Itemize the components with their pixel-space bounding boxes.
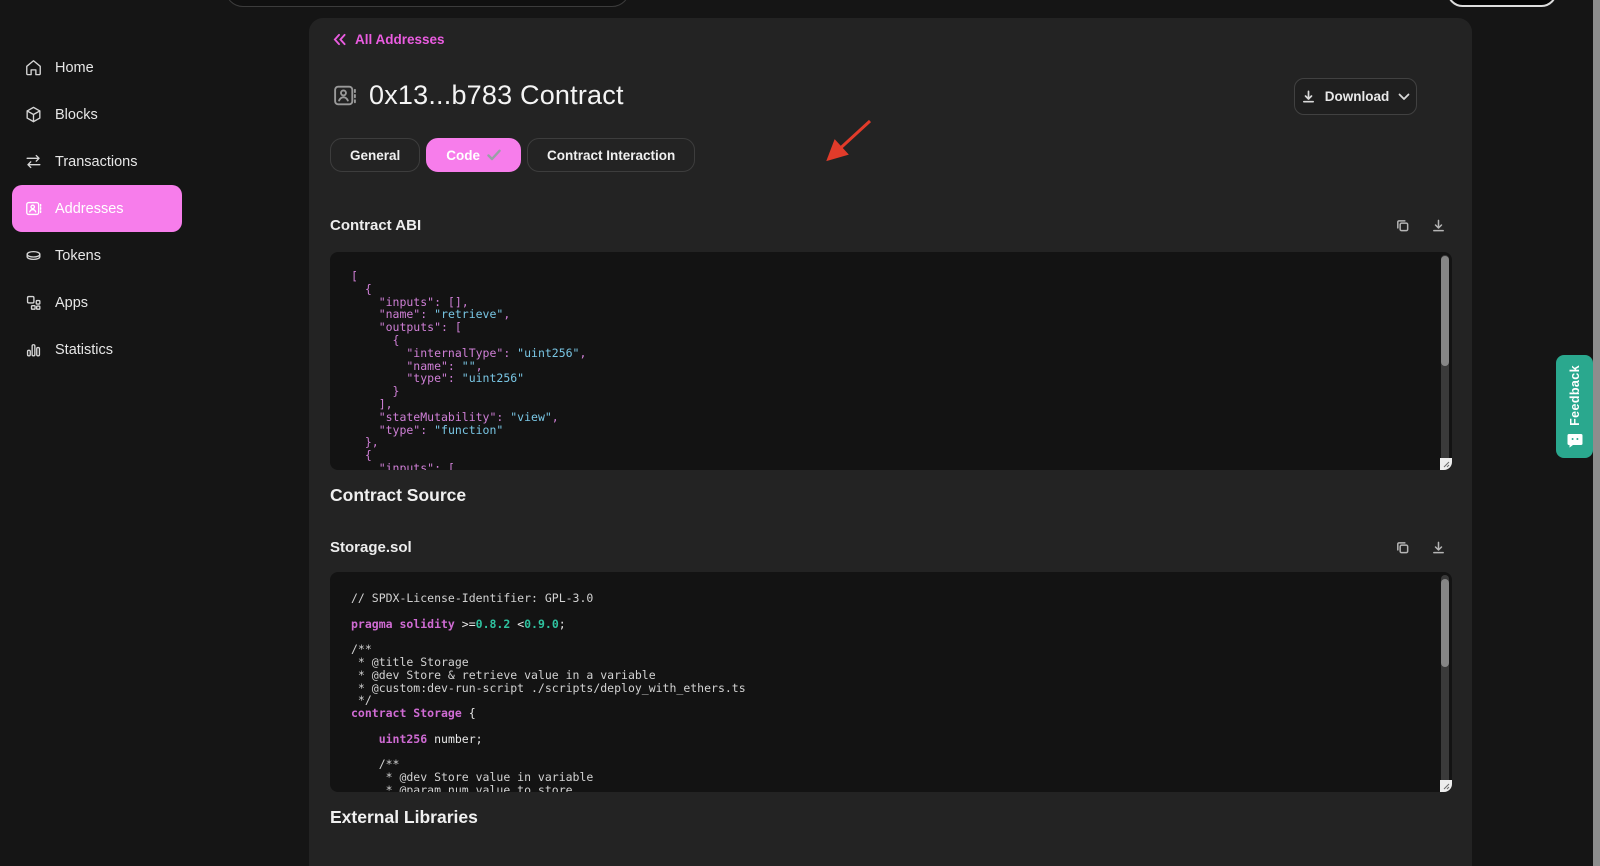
storage-resize-grip[interactable] xyxy=(1440,780,1452,792)
abi-resize-grip[interactable] xyxy=(1440,458,1452,470)
code-line: [ xyxy=(351,270,1432,283)
tab-label: Contract Interaction xyxy=(547,148,675,163)
feedback-button[interactable]: Feedback xyxy=(1556,355,1593,458)
storage-code-block[interactable]: // SPDX-License-Identifier: GPL-3.0 prag… xyxy=(330,572,1452,792)
sidebar-item-blocks[interactable]: Blocks xyxy=(12,91,182,138)
sidebar-item-transactions[interactable]: Transactions xyxy=(12,138,182,185)
code-line: }, xyxy=(351,436,1432,449)
sidebar-item-label: Home xyxy=(55,60,94,76)
sidebar-item-apps[interactable]: Apps xyxy=(12,279,182,326)
tab-code[interactable]: Code xyxy=(426,138,521,172)
cube-icon xyxy=(24,105,43,124)
bar-chart-icon xyxy=(24,340,43,359)
tab-label: General xyxy=(350,148,400,163)
annotation-arrow xyxy=(809,110,889,170)
code-line xyxy=(351,630,1432,643)
contact-card-icon xyxy=(24,199,43,218)
sidebar-item-label: Addresses xyxy=(55,201,124,217)
sidebar-item-label: Transactions xyxy=(55,154,137,170)
code-line: "inputs": [ xyxy=(351,462,1432,470)
check-icon xyxy=(487,149,501,161)
code-line: "type": "function" xyxy=(351,424,1432,437)
page-title: 0x13...b783 Contract xyxy=(369,80,624,111)
title-row: 0x13...b783 Contract xyxy=(332,80,624,111)
code-line: */ xyxy=(351,694,1432,707)
download-icon xyxy=(1301,89,1316,104)
resize-grip-icon xyxy=(1442,782,1450,790)
code-line: "internalType": "uint256", xyxy=(351,347,1432,360)
sidebar-item-label: Tokens xyxy=(55,248,101,264)
code-line: * @custom:dev-run-script ./scripts/deplo… xyxy=(351,682,1432,695)
external-libraries-heading: External Libraries xyxy=(330,807,478,828)
code-line xyxy=(351,720,1432,733)
code-line: uint256 number; xyxy=(351,733,1432,746)
code-line: { xyxy=(351,449,1432,462)
sidebar-item-home[interactable]: Home xyxy=(12,44,182,91)
code-line: * @param num value to store xyxy=(351,784,1432,792)
chevron-down-icon xyxy=(1398,93,1410,101)
storage-file-header: Storage.sol xyxy=(330,539,1452,556)
code-line: // SPDX-License-Identifier: GPL-3.0 xyxy=(351,592,1432,605)
sidebar-item-label: Blocks xyxy=(55,107,98,123)
back-link[interactable]: All Addresses xyxy=(332,32,445,47)
sidebar: Home Blocks Transactions Addresses Token… xyxy=(0,0,308,866)
code-line xyxy=(351,746,1432,759)
code-line: } xyxy=(351,385,1432,398)
feedback-chat-icon xyxy=(1567,433,1583,448)
download-button-label: Download xyxy=(1325,89,1390,104)
transfer-arrows-icon xyxy=(24,152,43,171)
contract-abi-title: Contract ABI xyxy=(330,217,421,234)
code-line: "type": "uint256" xyxy=(351,372,1432,385)
download-icon[interactable] xyxy=(1431,540,1446,555)
contract-abi-header: Contract ABI xyxy=(330,217,1452,234)
feedback-label: Feedback xyxy=(1568,365,1582,426)
double-chevron-left-icon xyxy=(332,33,347,46)
tab-label: Code xyxy=(446,148,480,163)
sidebar-item-label: Apps xyxy=(55,295,88,311)
contract-source-heading: Contract Source xyxy=(330,485,466,506)
code-line: contract Storage { xyxy=(351,707,1432,720)
storage-scrollbar-track[interactable] xyxy=(1441,575,1449,789)
abi-scrollbar-thumb[interactable] xyxy=(1441,256,1449,366)
code-line: /** xyxy=(351,643,1432,656)
storage-scrollbar-thumb[interactable] xyxy=(1441,579,1449,667)
contract-icon xyxy=(332,83,357,108)
code-line: "stateMutability": "view", xyxy=(351,411,1432,424)
abi-code-block[interactable]: [ { "inputs": [], "name": "retrieve", "o… xyxy=(330,252,1452,470)
copy-icon[interactable] xyxy=(1395,218,1410,233)
storage-code: // SPDX-License-Identifier: GPL-3.0 prag… xyxy=(351,592,1432,792)
abi-scrollbar-track[interactable] xyxy=(1441,255,1449,467)
code-line: pragma solidity >=0.8.2 <0.9.0; xyxy=(351,618,1432,631)
code-line: "name": "retrieve", xyxy=(351,308,1432,321)
tab-general[interactable]: General xyxy=(330,138,420,172)
main-panel: All Addresses 0x13...b783 Contract Downl… xyxy=(309,18,1472,866)
tab-contract-interaction[interactable]: Contract Interaction xyxy=(527,138,695,172)
download-button[interactable]: Download xyxy=(1294,78,1417,115)
sidebar-item-statistics[interactable]: Statistics xyxy=(12,326,182,373)
resize-grip-icon xyxy=(1442,460,1450,468)
tab-bar: General Code Contract Interaction xyxy=(330,138,695,172)
file-name: Storage.sol xyxy=(330,539,412,556)
code-line: { xyxy=(351,283,1432,296)
code-line: "outputs": [ xyxy=(351,321,1432,334)
code-line: "inputs": [], xyxy=(351,296,1432,309)
sidebar-item-addresses[interactable]: Addresses xyxy=(12,185,182,232)
copy-icon[interactable] xyxy=(1395,540,1410,555)
sidebar-item-label: Statistics xyxy=(55,342,113,358)
page-scrollbar[interactable] xyxy=(1593,0,1600,866)
home-icon xyxy=(24,58,43,77)
back-link-label: All Addresses xyxy=(355,32,445,47)
wallet-button-partial[interactable] xyxy=(1447,0,1557,7)
coin-icon xyxy=(24,246,43,265)
apps-grid-icon xyxy=(24,293,43,312)
sidebar-item-tokens[interactable]: Tokens xyxy=(12,232,182,279)
download-icon[interactable] xyxy=(1431,218,1446,233)
abi-code: [ { "inputs": [], "name": "retrieve", "o… xyxy=(351,270,1432,470)
